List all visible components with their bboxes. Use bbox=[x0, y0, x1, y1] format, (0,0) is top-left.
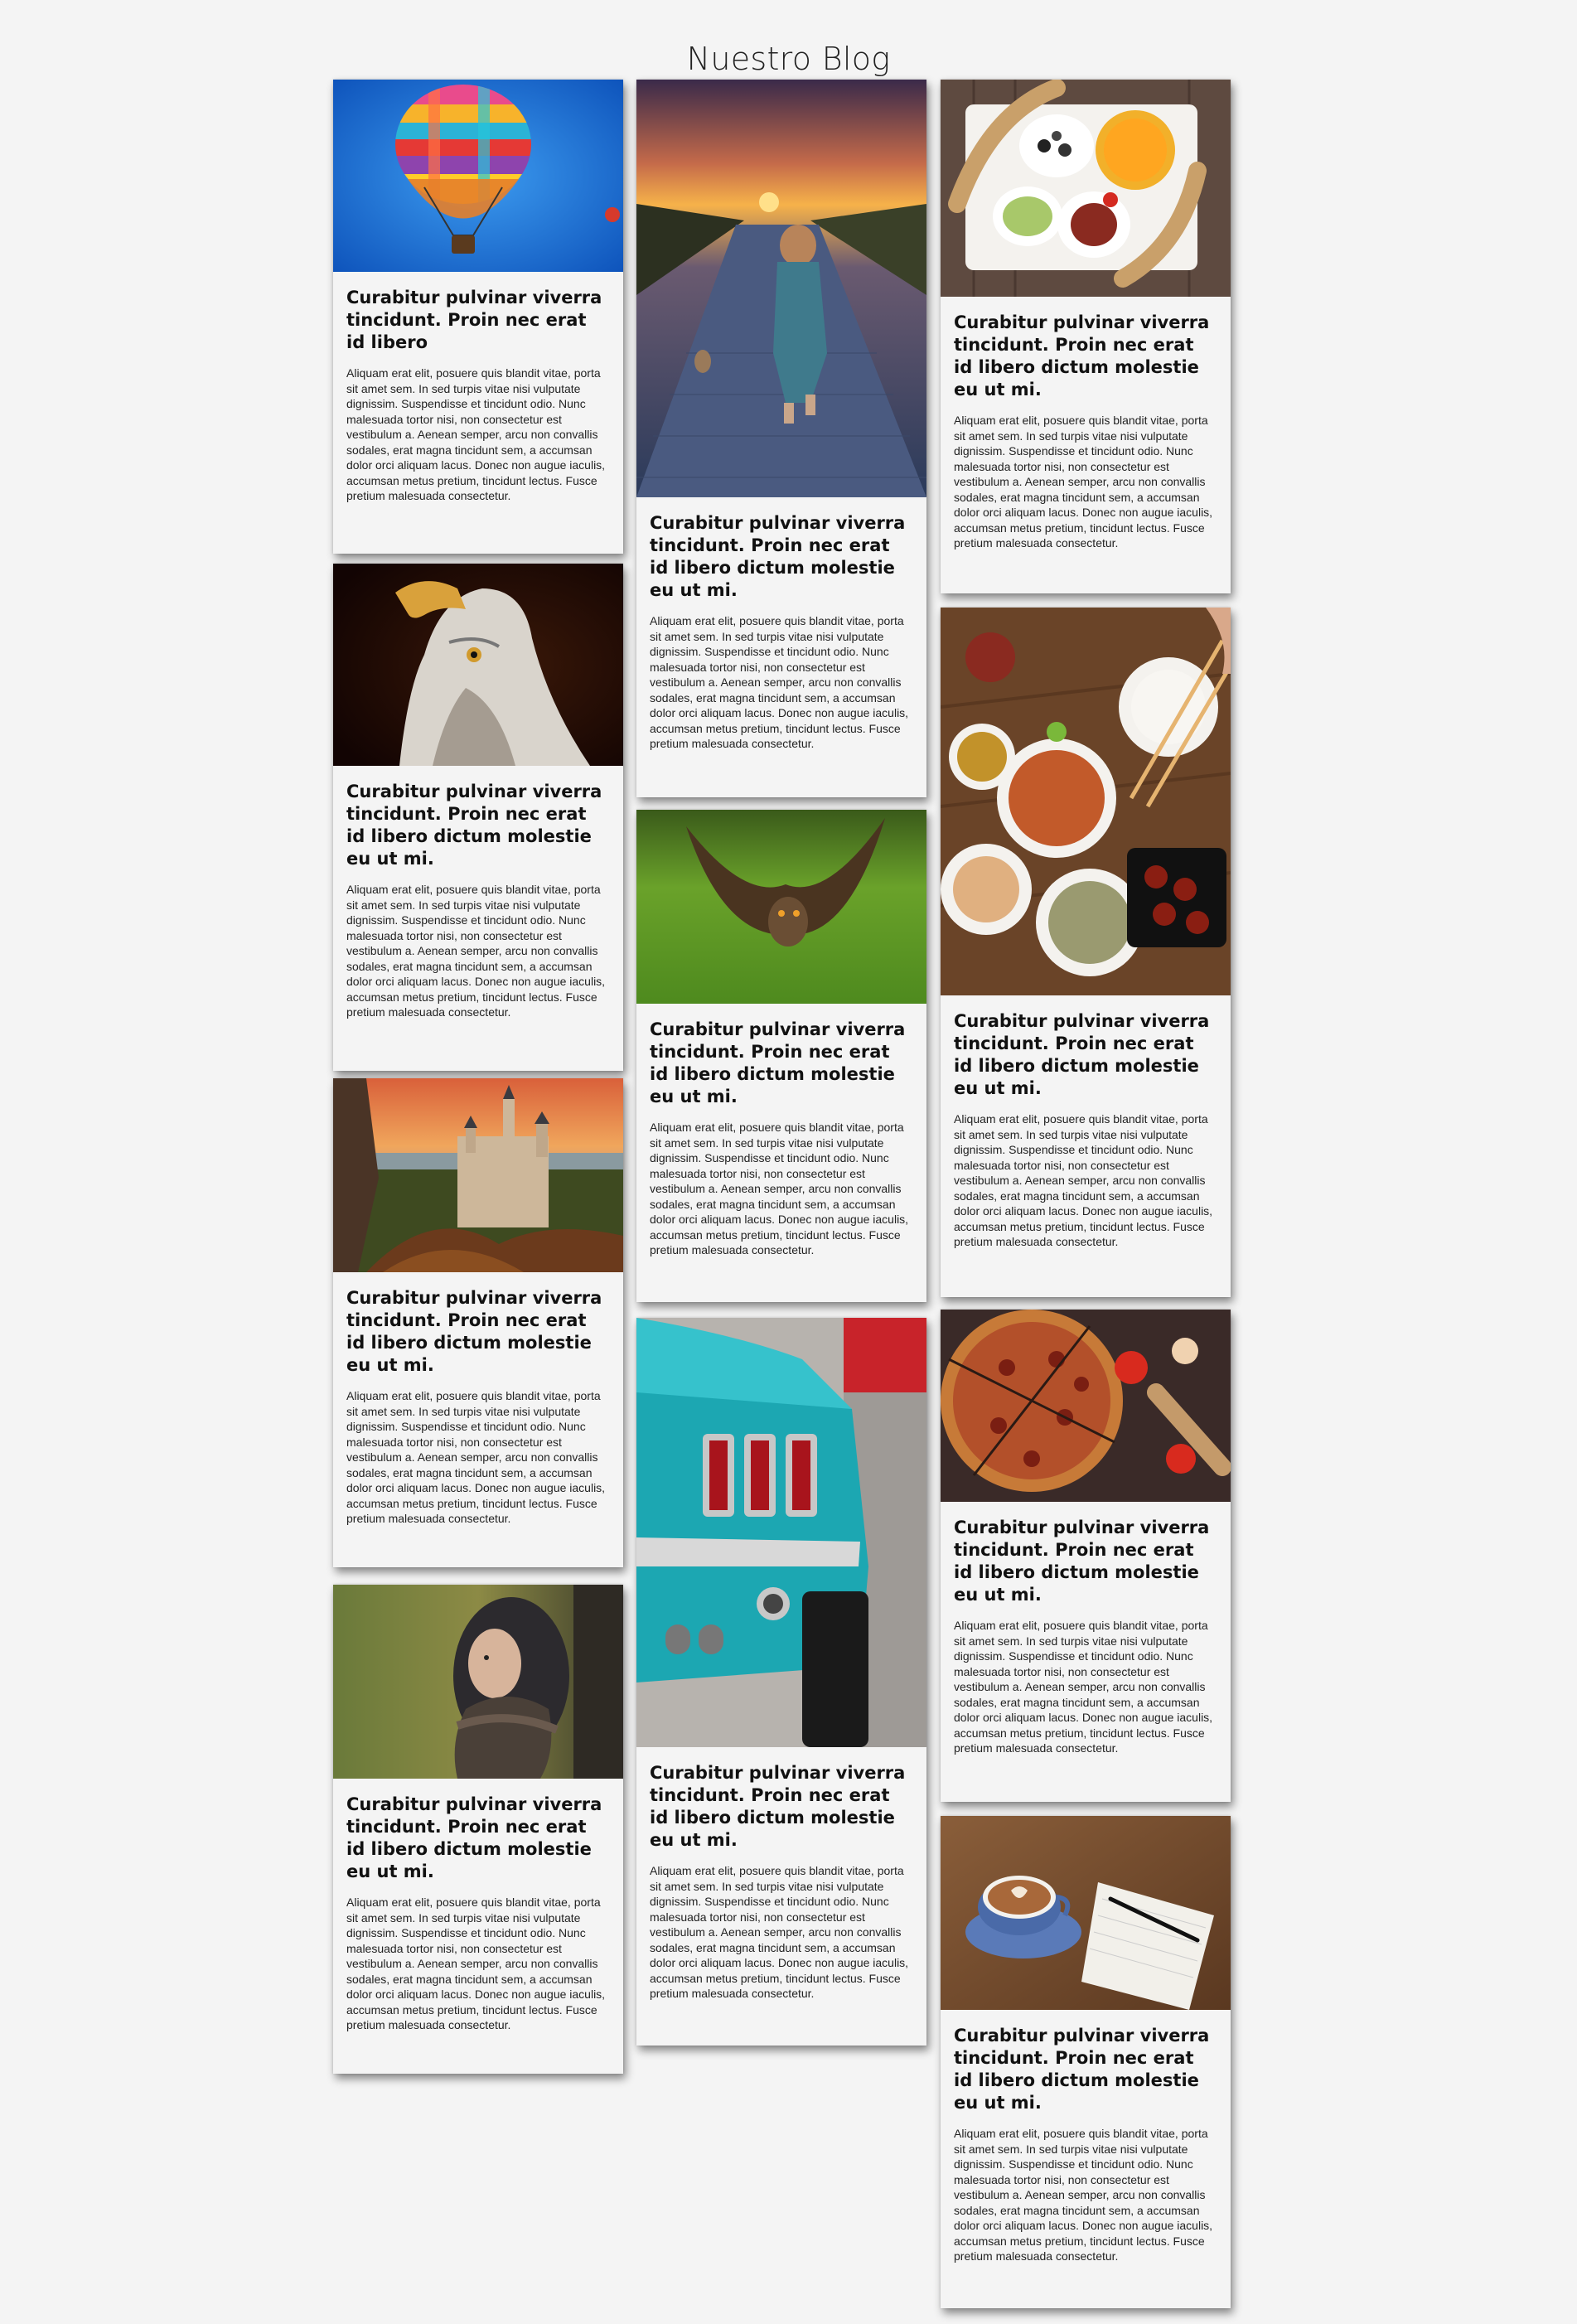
post-title[interactable]: Curabitur pulvinar viverra tincidunt. Pr… bbox=[954, 1517, 1217, 1606]
post-excerpt: Aliquam erat elit, posuere quis blandit … bbox=[954, 2127, 1213, 2263]
post-excerpt: Aliquam erat elit, posuere quis blandit … bbox=[650, 614, 909, 750]
woman-scarf-image bbox=[333, 1585, 623, 1779]
post-excerpt: Aliquam erat elit, posuere quis blandit … bbox=[954, 1619, 1213, 1755]
blog-card[interactable]: Curabitur pulvinar viverra tincidunt. Pr… bbox=[636, 810, 926, 1302]
post-excerpt: Aliquam erat elit, posuere quis blandit … bbox=[346, 1389, 606, 1525]
post-title[interactable]: Curabitur pulvinar viverra tincidunt. Pr… bbox=[954, 2025, 1217, 2114]
post-title[interactable]: Curabitur pulvinar viverra tincidunt. Pr… bbox=[650, 1019, 913, 1108]
blog-card[interactable]: Curabitur pulvinar viverra tincidunt. Pr… bbox=[636, 80, 926, 797]
post-title[interactable]: Curabitur pulvinar viverra tincidunt. Pr… bbox=[346, 1794, 610, 1883]
pizza-image bbox=[941, 1310, 1231, 1502]
blog-card[interactable]: Curabitur pulvinar viverra tincidunt. Pr… bbox=[941, 1816, 1231, 2308]
post-excerpt: Aliquam erat elit, posuere quis blandit … bbox=[954, 1112, 1213, 1248]
post-title[interactable]: Curabitur pulvinar viverra tincidunt. Pr… bbox=[346, 781, 610, 870]
coffee-notebook-image bbox=[941, 1816, 1231, 2010]
post-excerpt: Aliquam erat elit, posuere quis blandit … bbox=[346, 366, 606, 502]
eagle-image bbox=[333, 564, 623, 766]
page-title: Nuestro Blog bbox=[686, 41, 891, 78]
blog-card[interactable]: Curabitur pulvinar viverra tincidunt. Pr… bbox=[941, 1310, 1231, 1802]
hot-air-balloon-image bbox=[333, 80, 623, 272]
blog-card[interactable]: Curabitur pulvinar viverra tincidunt. Pr… bbox=[636, 1318, 926, 2046]
post-title[interactable]: Curabitur pulvinar viverra tincidunt. Pr… bbox=[650, 1762, 913, 1852]
post-excerpt: Aliquam erat elit, posuere quis blandit … bbox=[954, 414, 1213, 550]
owl-flying-image bbox=[636, 810, 926, 1004]
blog-card[interactable]: Curabitur pulvinar viverra tincidunt. Pr… bbox=[333, 1585, 623, 2074]
post-title[interactable]: Curabitur pulvinar viverra tincidunt. Pr… bbox=[346, 287, 610, 354]
post-excerpt: Aliquam erat elit, posuere quis blandit … bbox=[650, 1121, 909, 1256]
asian-food-table-image bbox=[941, 608, 1231, 995]
castle-image bbox=[333, 1078, 623, 1272]
post-title[interactable]: Curabitur pulvinar viverra tincidunt. Pr… bbox=[650, 512, 913, 602]
blog-card[interactable]: Curabitur pulvinar viverra tincidunt. Pr… bbox=[333, 1078, 623, 1567]
post-excerpt: Aliquam erat elit, posuere quis blandit … bbox=[346, 1896, 606, 2031]
classic-car-image bbox=[636, 1318, 926, 1747]
breakfast-plate-image bbox=[941, 80, 1231, 297]
child-sunset-road-image bbox=[636, 80, 926, 497]
blog-card[interactable]: Curabitur pulvinar viverra tincidunt. Pr… bbox=[333, 80, 623, 554]
post-excerpt: Aliquam erat elit, posuere quis blandit … bbox=[650, 1864, 909, 2000]
post-title[interactable]: Curabitur pulvinar viverra tincidunt. Pr… bbox=[954, 1010, 1217, 1100]
blog-card[interactable]: Curabitur pulvinar viverra tincidunt. Pr… bbox=[941, 608, 1231, 1297]
blog-card[interactable]: Curabitur pulvinar viverra tincidunt. Pr… bbox=[333, 564, 623, 1071]
post-title[interactable]: Curabitur pulvinar viverra tincidunt. Pr… bbox=[346, 1287, 610, 1377]
post-excerpt: Aliquam erat elit, posuere quis blandit … bbox=[346, 883, 606, 1019]
blog-card[interactable]: Curabitur pulvinar viverra tincidunt. Pr… bbox=[941, 80, 1231, 593]
post-title[interactable]: Curabitur pulvinar viverra tincidunt. Pr… bbox=[954, 312, 1217, 401]
